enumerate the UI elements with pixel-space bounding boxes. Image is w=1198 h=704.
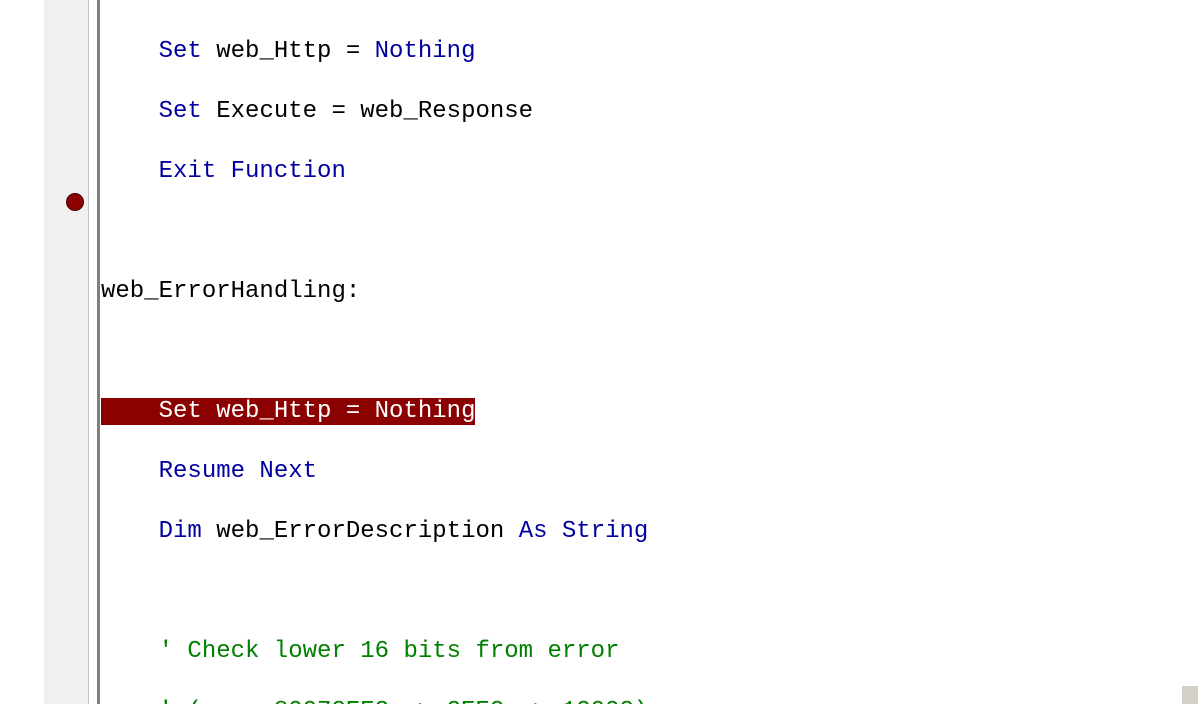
code-line[interactable]: Exit Function: [101, 157, 1198, 187]
code-line[interactable]: Set Execute = web_Response: [101, 97, 1198, 127]
code-text-area[interactable]: Set web_Http = Nothing Set Execute = web…: [89, 0, 1198, 704]
code-line[interactable]: ' (e.g. 80072EE2 -> 2EE2 -> 12002): [101, 697, 1198, 704]
code-line[interactable]: [101, 217, 1198, 247]
code-editor[interactable]: Set web_Http = Nothing Set Execute = web…: [44, 0, 1198, 704]
code-line[interactable]: [101, 337, 1198, 367]
scrollbar-corner: [1182, 686, 1198, 704]
code-line[interactable]: web_ErrorHandling:: [101, 277, 1198, 307]
breakpoint-icon[interactable]: [66, 193, 84, 211]
code-line[interactable]: [101, 577, 1198, 607]
code-line[interactable]: Dim web_ErrorDescription As String: [101, 517, 1198, 547]
code-line[interactable]: Resume Next: [101, 457, 1198, 487]
code-line[interactable]: Set web_Http = Nothing: [101, 37, 1198, 67]
margin-divider: [97, 0, 100, 704]
breakpoint-line[interactable]: Set web_Http = Nothing: [101, 397, 1198, 427]
margin-indicator-bar[interactable]: [44, 0, 89, 704]
code-line[interactable]: ' Check lower 16 bits from error: [101, 637, 1198, 667]
